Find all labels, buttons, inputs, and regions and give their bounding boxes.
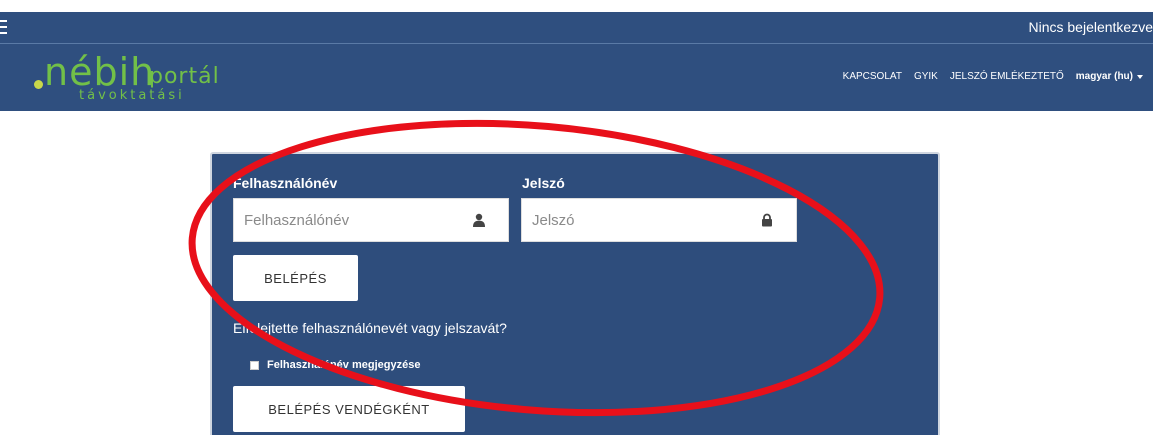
remember-username[interactable]: Felhasználónév megjegyzése [250, 359, 420, 371]
password-input[interactable] [532, 199, 756, 241]
logo-portal: portál [149, 64, 220, 89]
username-label: Felhasználónév [233, 175, 338, 191]
page: Nincs bejelentkezve nébih portál távokta… [0, 0, 1153, 435]
logo-subtitle: távoktatási [79, 88, 185, 103]
login-button[interactable]: BELÉPÉS [233, 255, 358, 301]
remember-label: Felhasználónév megjegyzése [267, 359, 421, 371]
language-selector[interactable]: magyar (hu) [1076, 71, 1143, 82]
nav-links: KAPCSOLAT GYIK JELSZÓ EMLÉKEZTETŐ magyar… [843, 71, 1143, 82]
logo-dot [34, 80, 43, 89]
username-input[interactable] [244, 199, 468, 241]
username-field-wrapper [233, 198, 509, 242]
nav-item-contact[interactable]: KAPCSOLAT [843, 71, 902, 82]
top-status-bar: Nincs bejelentkezve [0, 12, 1153, 44]
user-icon [473, 213, 485, 227]
language-label: magyar (hu) [1075, 71, 1133, 82]
menu-icon[interactable] [0, 20, 7, 34]
guest-login-button[interactable]: BELÉPÉS VENDÉGKÉNT [233, 386, 465, 432]
login-form: Felhasználónév Jelszó BELÉPÉS Elfelejtet… [210, 152, 940, 435]
site-logo[interactable]: nébih portál távoktatási [34, 50, 234, 106]
login-status: Nincs bejelentkezve [1028, 19, 1153, 35]
password-field-wrapper [521, 198, 797, 242]
main-navbar: nébih portál távoktatási KAPCSOLAT GYIK … [0, 44, 1153, 111]
nav-item-faq[interactable]: GYIK [914, 71, 938, 82]
nav-item-password-reminder[interactable]: JELSZÓ EMLÉKEZTETŐ [950, 71, 1064, 82]
forgot-credentials-link[interactable]: Elfelejtette felhasználónevét vagy jelsz… [233, 320, 507, 336]
remember-checkbox[interactable] [250, 360, 259, 370]
lock-icon [762, 213, 772, 227]
password-label: Jelszó [522, 175, 565, 191]
chevron-down-icon [1137, 74, 1143, 79]
